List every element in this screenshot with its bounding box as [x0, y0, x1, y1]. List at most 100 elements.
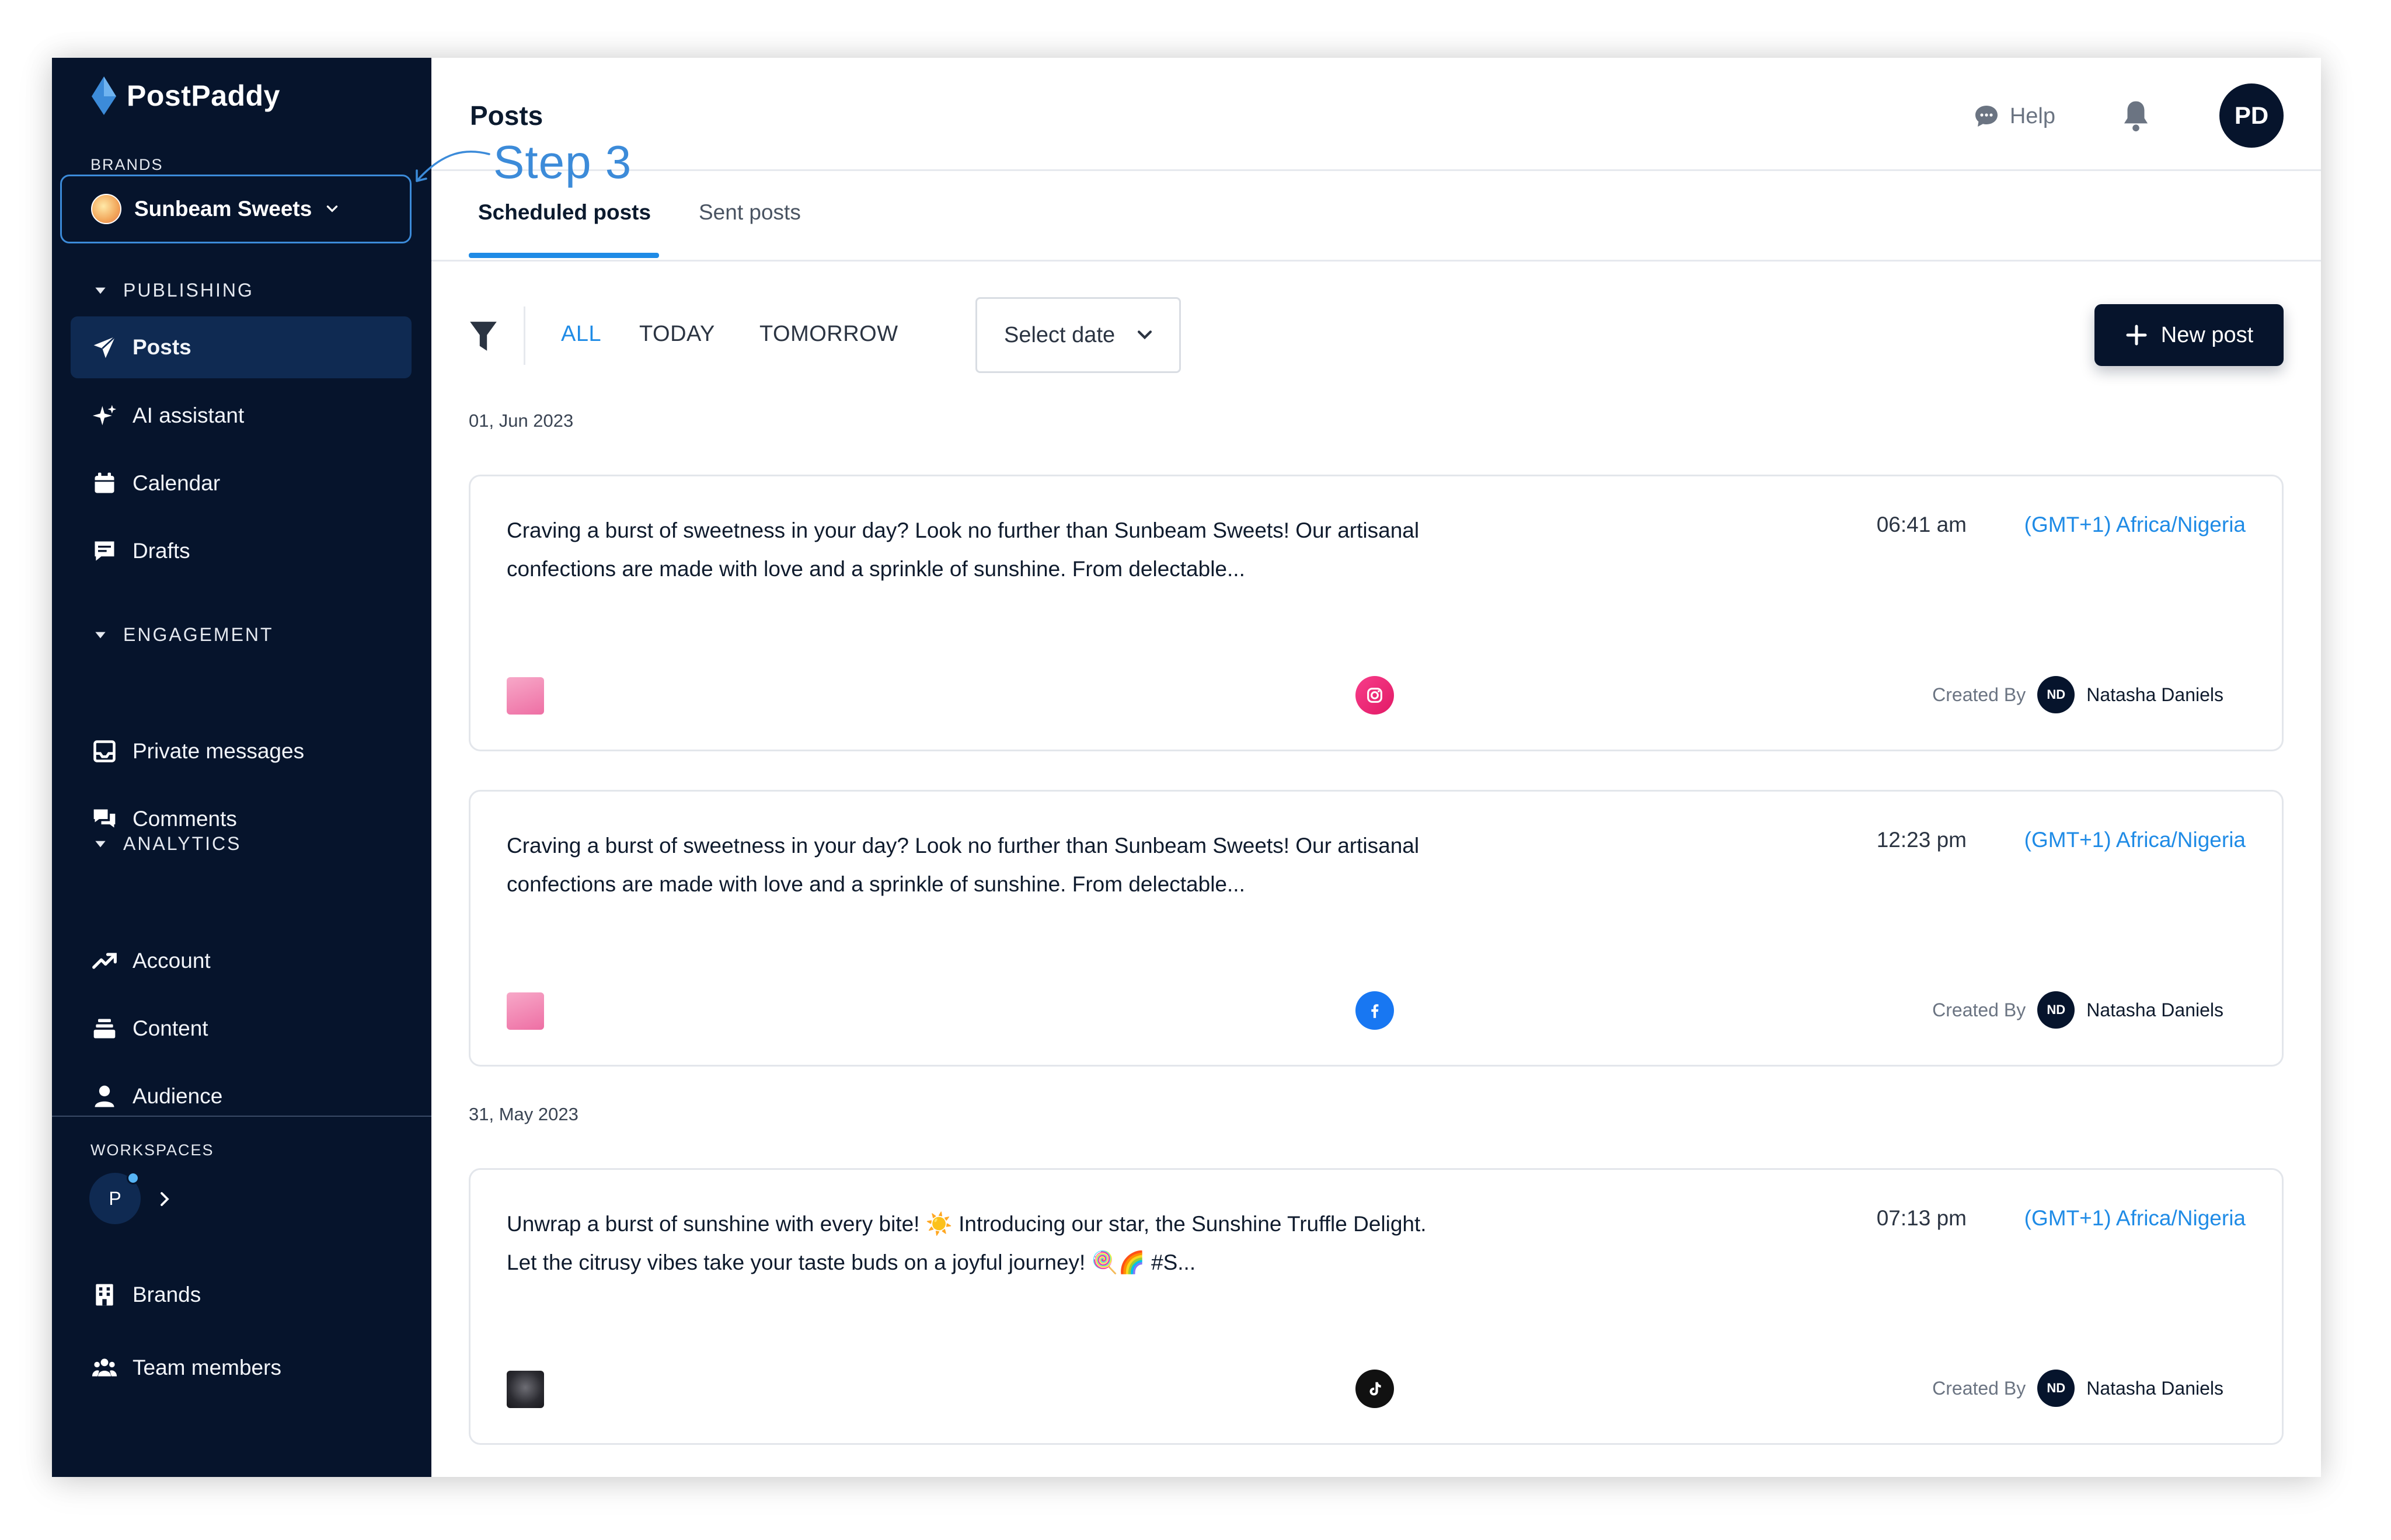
date-select-dropdown[interactable]: Select date — [975, 297, 1181, 373]
app-window: PostPaddy BRANDS Sunbeam Sweets PUBLISHI… — [52, 58, 2321, 1477]
facebook-glyph-icon — [1371, 1004, 1379, 1018]
created-by-label: Created By — [1932, 999, 2026, 1020]
created-by: Created By ND Natasha Daniels — [1932, 676, 2223, 713]
filter-row: ALL TODAY TOMORROW Select date New post — [431, 297, 2321, 373]
sidebar-item-team-members[interactable]: Team members — [71, 1337, 412, 1399]
post-timezone[interactable]: (GMT+1) Africa/Nigeria — [2024, 513, 2246, 537]
post-card[interactable]: Craving a burst of sweetness in your day… — [469, 790, 2284, 1067]
creator-avatar: ND — [2037, 1370, 2075, 1407]
created-by-label: Created By — [1932, 684, 2026, 705]
post-text: Unwrap a burst of sunshine with every bi… — [507, 1212, 1427, 1274]
creator-initials: ND — [2047, 1381, 2066, 1395]
trending-up-icon — [92, 953, 117, 969]
sidebar-item-ai-assistant[interactable]: AI assistant — [71, 385, 412, 447]
sidebar-item-posts[interactable]: Posts — [71, 316, 412, 378]
tab-sent-posts[interactable]: Sent posts — [699, 200, 801, 225]
chat-bubble-icon — [1975, 106, 1998, 127]
section-analytics[interactable]: ANALYTICS — [93, 833, 241, 855]
sidebar-item-private-messages[interactable]: Private messages — [71, 720, 412, 782]
logo[interactable]: PostPaddy — [89, 75, 280, 116]
bell-icon[interactable] — [2120, 99, 2152, 133]
sidebar-item-label: Private messages — [133, 739, 305, 763]
sidebar-item-label: Drafts — [133, 539, 190, 563]
filter-tomorrow[interactable]: TOMORROW — [759, 322, 898, 347]
sidebar: PostPaddy BRANDS Sunbeam Sweets PUBLISHI… — [52, 58, 431, 1477]
chevron-down-icon — [327, 205, 338, 212]
tiktok-icon[interactable] — [1355, 1370, 1394, 1408]
sidebar-item-label: Audience — [133, 1084, 223, 1108]
chevron-down-icon — [1138, 330, 1152, 340]
post-timezone[interactable]: (GMT+1) Africa/Nigeria — [2024, 828, 2246, 852]
tab-scheduled-posts[interactable]: Scheduled posts — [478, 200, 651, 225]
sidebar-item-account[interactable]: Account — [71, 930, 412, 992]
post-thumbnail[interactable] — [507, 1371, 544, 1408]
date-group-label: 01, Jun 2023 — [469, 410, 574, 431]
building-icon — [96, 1284, 113, 1306]
page-title: Posts — [470, 100, 543, 131]
sidebar-item-drafts[interactable]: Drafts — [71, 520, 412, 582]
sidebar-item-audience[interactable]: Audience — [71, 1065, 412, 1127]
sidebar-item-label: Comments — [133, 807, 237, 831]
post-card[interactable]: Unwrap a burst of sunshine with every bi… — [469, 1168, 2284, 1445]
facebook-icon[interactable] — [1355, 991, 1394, 1030]
post-time: 12:23 pm — [1876, 828, 1967, 852]
help-label: Help — [2009, 103, 2055, 128]
section-analytics-label: ANALYTICS — [123, 833, 242, 854]
chevron-right-icon[interactable] — [156, 1190, 173, 1208]
user-avatar[interactable]: PD — [2219, 83, 2284, 148]
brand-avatar — [91, 194, 121, 224]
sidebar-item-label: Brands — [133, 1283, 201, 1306]
sidebar-divider — [52, 1116, 431, 1117]
section-engagement-label: ENGAGEMENT — [123, 624, 274, 645]
postpaddy-logo-icon — [92, 76, 116, 115]
workspace-initial: P — [109, 1187, 121, 1209]
filter-all[interactable]: ALL — [561, 322, 601, 347]
comments-icon — [93, 809, 116, 828]
section-publishing-label: PUBLISHING — [123, 280, 254, 301]
sparkles-icon — [92, 405, 117, 426]
sidebar-item-content[interactable]: Content — [71, 998, 412, 1060]
step-arrow-icon — [416, 150, 490, 182]
sidebar-item-label: Calendar — [133, 471, 221, 495]
post-timezone[interactable]: (GMT+1) Africa/Nigeria — [2024, 1206, 2246, 1231]
instagram-icon[interactable] — [1355, 676, 1394, 715]
filter-today[interactable]: TODAY — [639, 322, 715, 347]
team-icon — [92, 1358, 117, 1377]
help-button[interactable]: Help — [1972, 102, 2055, 130]
caret-down-icon — [95, 632, 106, 638]
creator-initials: ND — [2047, 1002, 2066, 1017]
main-content: Posts Help PD Scheduled posts Sent posts… — [431, 58, 2321, 1477]
section-publishing[interactable]: PUBLISHING — [93, 280, 254, 301]
tab-bar: Scheduled posts Sent posts — [431, 171, 2321, 262]
active-tab-indicator — [469, 253, 659, 258]
section-engagement[interactable]: ENGAGEMENT — [93, 624, 274, 646]
new-post-button[interactable]: New post — [2094, 304, 2284, 366]
post-thumbnail[interactable] — [507, 677, 544, 715]
sidebar-item-brands[interactable]: Brands — [71, 1264, 412, 1326]
caret-down-icon — [95, 287, 106, 294]
layers-icon — [93, 1019, 116, 1039]
step-annotation: Step 3 — [493, 136, 632, 188]
user-icon — [95, 1085, 114, 1107]
post-text: Craving a burst of sweetness in your day… — [507, 834, 1420, 896]
creator-name: Natasha Daniels — [2086, 684, 2223, 705]
brand-name: Sunbeam Sweets — [134, 197, 312, 221]
caret-down-icon — [95, 841, 106, 847]
created-by-label: Created By — [1932, 1377, 2026, 1399]
sidebar-item-label: AI assistant — [133, 403, 245, 427]
date-group-label: 31, May 2023 — [469, 1104, 578, 1124]
post-thumbnail[interactable] — [507, 992, 544, 1030]
brand-selector[interactable]: Sunbeam Sweets — [60, 175, 412, 243]
filter-divider — [524, 306, 525, 365]
workspace-status-dot — [127, 1172, 140, 1184]
sidebar-item-calendar[interactable]: Calendar — [71, 452, 412, 514]
sidebar-item-label: Team members — [133, 1356, 281, 1379]
plus-icon — [2126, 325, 2147, 346]
creator-name: Natasha Daniels — [2086, 1377, 2223, 1399]
filter-icon[interactable] — [469, 319, 498, 353]
brands-caption: BRANDS — [90, 156, 163, 173]
creator-avatar: ND — [2037, 676, 2075, 713]
post-card[interactable]: Craving a burst of sweetness in your day… — [469, 475, 2284, 751]
post-time: 07:13 pm — [1876, 1206, 1967, 1230]
sidebar-item-label: Posts — [133, 335, 191, 359]
